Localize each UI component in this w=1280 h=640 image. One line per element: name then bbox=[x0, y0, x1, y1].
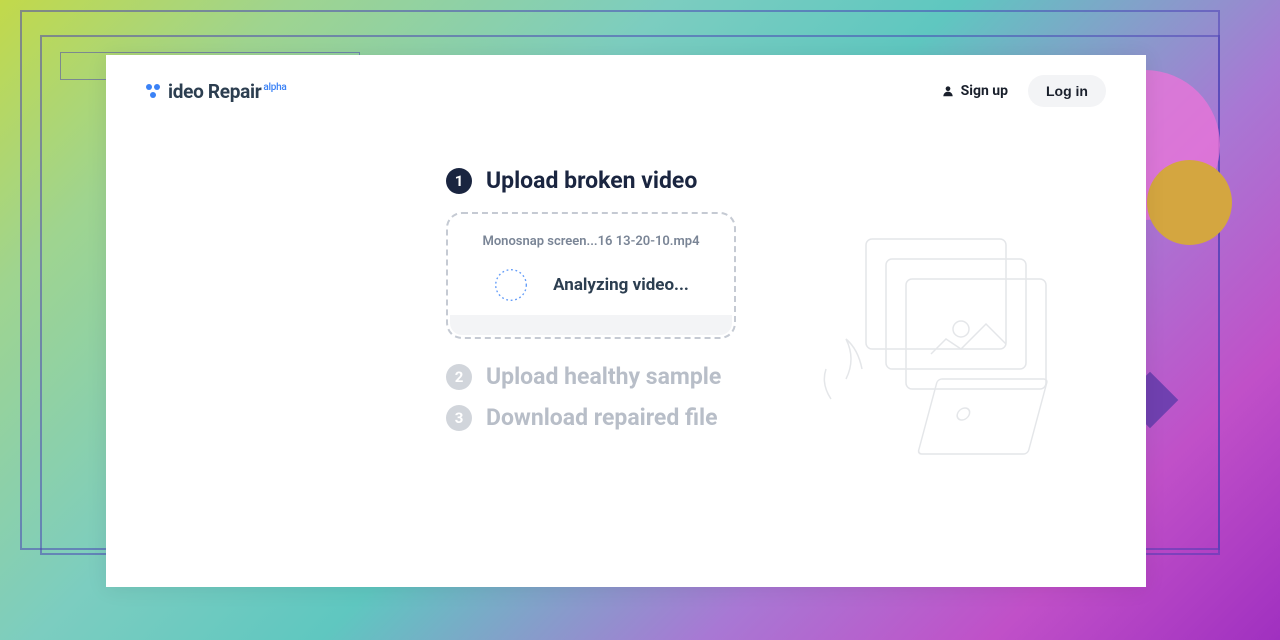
step-1-badge: 1 bbox=[446, 168, 472, 194]
header: ideo Repairalpha Sign up Log in bbox=[106, 55, 1146, 127]
step-2-header: 2 Upload healthy sample bbox=[446, 363, 826, 390]
logo[interactable]: ideo Repairalpha bbox=[146, 80, 286, 103]
user-icon bbox=[941, 84, 955, 98]
main-card: ideo Repairalpha Sign up Log in 1 Upload… bbox=[106, 55, 1146, 587]
login-button[interactable]: Log in bbox=[1028, 75, 1106, 107]
step-3-header: 3 Download repaired file bbox=[446, 404, 826, 431]
upload-dropzone[interactable]: Monosnap screen...16 13-20-10.mp4 Analyz… bbox=[446, 212, 736, 339]
signup-label: Sign up bbox=[961, 83, 1008, 99]
logo-icon bbox=[146, 82, 164, 100]
signup-link[interactable]: Sign up bbox=[941, 83, 1008, 99]
steps-container: 1 Upload broken video Monosnap screen...… bbox=[446, 167, 826, 439]
step-1-title: Upload broken video bbox=[486, 167, 697, 194]
nav-right: Sign up Log in bbox=[941, 75, 1106, 107]
analyzing-row: Analyzing video... bbox=[476, 267, 706, 315]
step-3-title: Download repaired file bbox=[486, 404, 718, 431]
step-2-badge: 2 bbox=[446, 364, 472, 390]
content-area: 1 Upload broken video Monosnap screen...… bbox=[106, 127, 1146, 439]
decorative-illustration bbox=[786, 199, 1126, 479]
analyzing-status: Analyzing video... bbox=[553, 275, 689, 295]
uploaded-filename: Monosnap screen...16 13-20-10.mp4 bbox=[476, 234, 706, 249]
step-3-badge: 3 bbox=[446, 405, 472, 431]
logo-text: ideo Repairalpha bbox=[168, 80, 286, 103]
spinner-icon bbox=[493, 267, 529, 303]
progress-bar bbox=[450, 315, 732, 335]
step-1-header: 1 Upload broken video bbox=[446, 167, 826, 194]
step-2-title: Upload healthy sample bbox=[486, 363, 721, 390]
